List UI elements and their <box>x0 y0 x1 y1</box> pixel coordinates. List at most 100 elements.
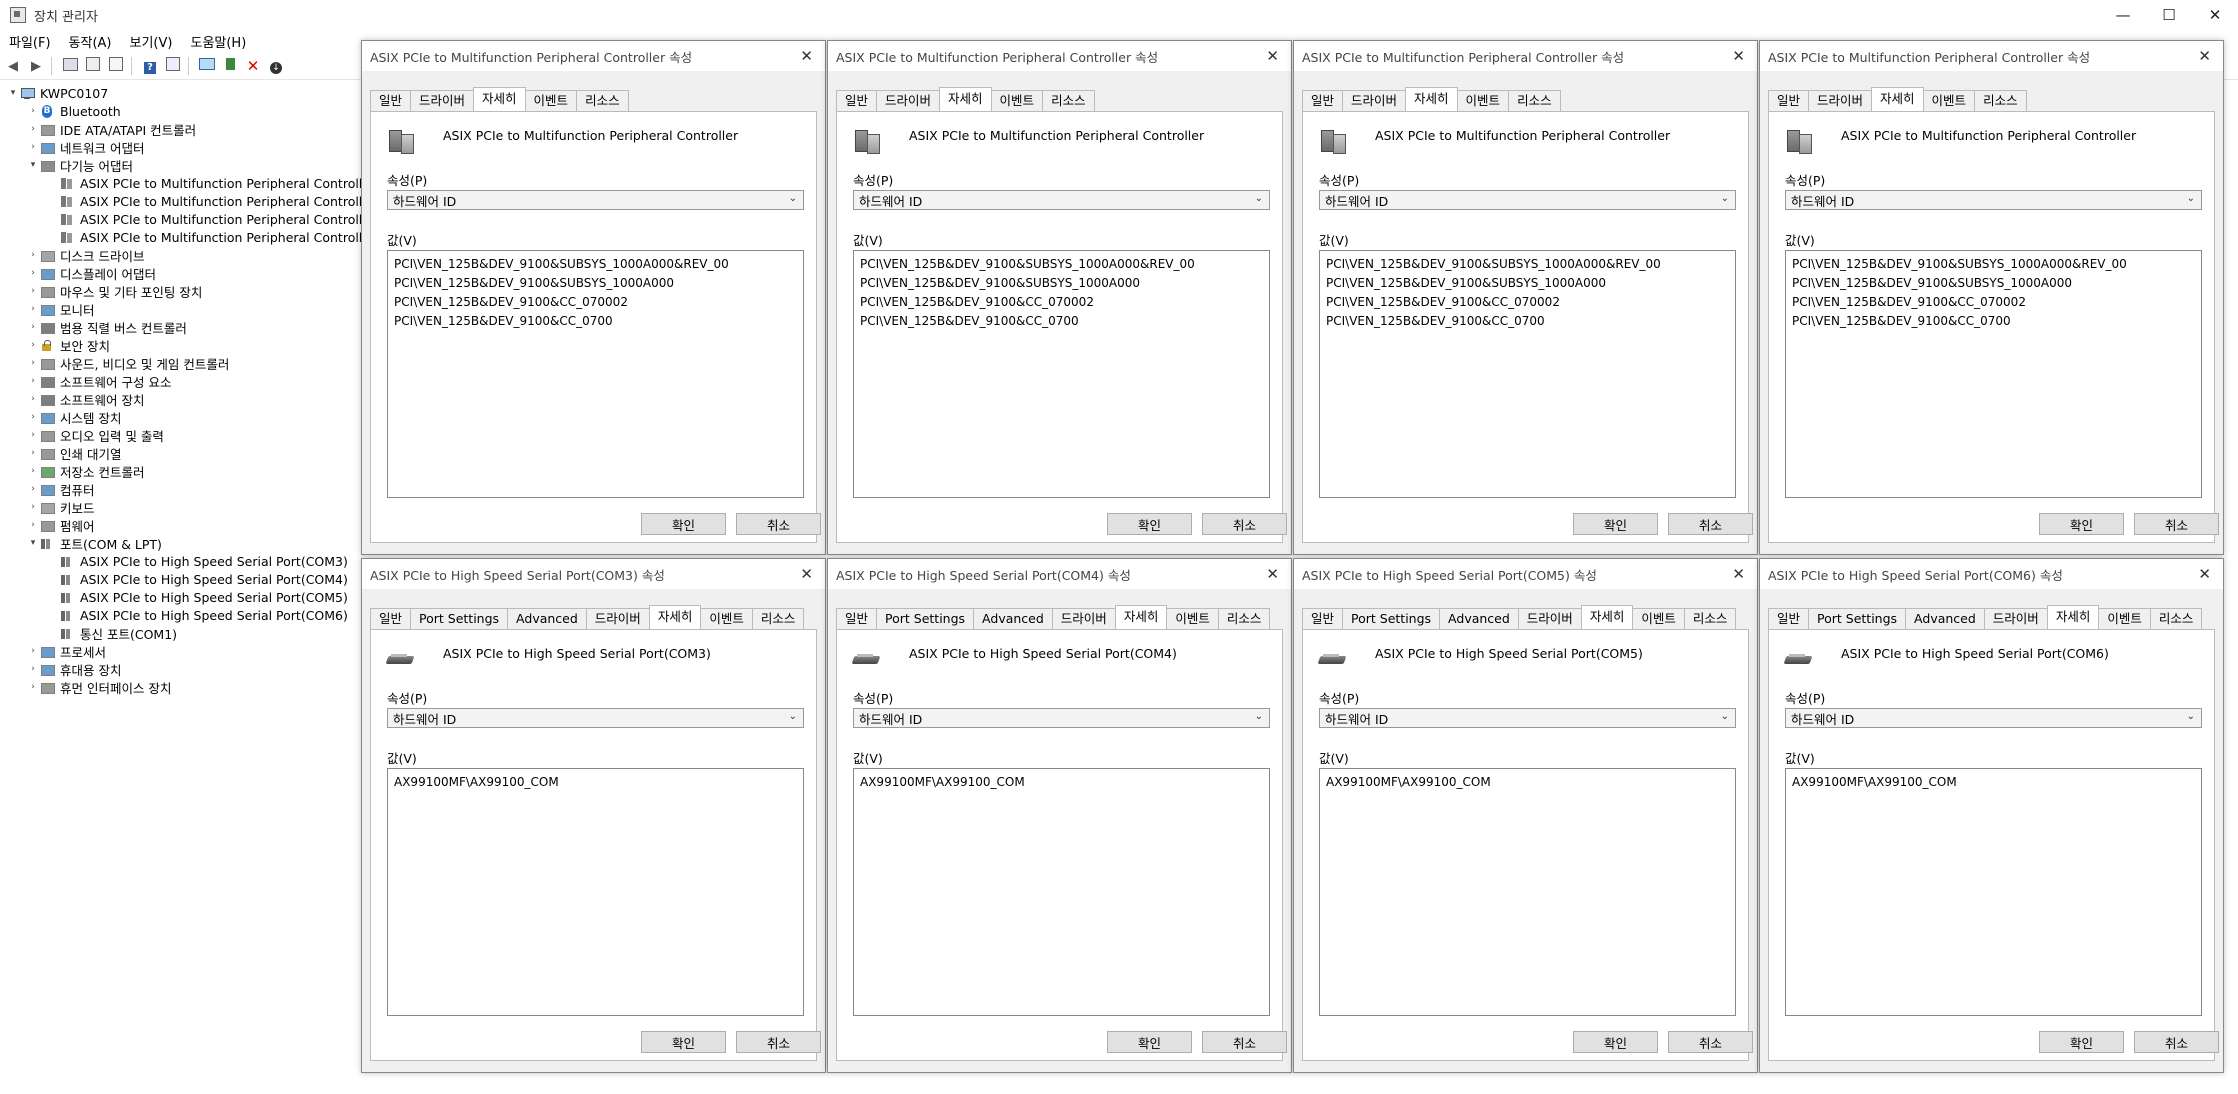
value-item[interactable]: PCI\VEN_125B&DEV_9100&CC_070002 <box>394 293 797 312</box>
tab[interactable]: 이벤트 <box>1922 90 1976 111</box>
property-select[interactable]: 하드웨어 ID ⌄ <box>1319 708 1736 728</box>
value-item[interactable]: PCI\VEN_125B&DEV_9100&SUBSYS_1000A000 <box>860 274 1263 293</box>
uninstall-button[interactable]: ✕ <box>243 56 263 76</box>
menu-item-0[interactable]: 파일(F) <box>0 32 60 51</box>
tree-item[interactable]: 통신 포트(COM1) <box>46 624 177 642</box>
menu-item-2[interactable]: 보기(V) <box>121 32 182 51</box>
value-list[interactable]: PCI\VEN_125B&DEV_9100&SUBSYS_1000A000&RE… <box>387 250 804 498</box>
tab[interactable]: 드라이버 <box>1517 608 1582 629</box>
ok-button[interactable]: 확인 <box>1573 1031 1658 1053</box>
tab[interactable]: 자세히 <box>1871 87 1924 111</box>
value-list[interactable]: AX99100MF\AX99100_COM <box>1319 768 1736 1016</box>
cancel-button[interactable]: 취소 <box>1202 1031 1287 1053</box>
tree-item[interactable]: › 모니터 <box>26 300 94 318</box>
close-icon[interactable]: ✕ <box>1732 565 1745 583</box>
value-list[interactable]: AX99100MF\AX99100_COM <box>1785 768 2202 1016</box>
tab[interactable]: 일반 <box>836 608 878 629</box>
tree-item[interactable]: › 오디오 입력 및 출력 <box>26 426 164 444</box>
tab[interactable]: 드라이버 <box>1983 608 2048 629</box>
expand-arrow-icon[interactable]: › <box>26 106 40 116</box>
expand-arrow-icon[interactable]: › <box>26 322 40 332</box>
value-list[interactable]: AX99100MF\AX99100_COM <box>387 768 804 1016</box>
close-icon[interactable]: ✕ <box>1266 565 1279 583</box>
property-select[interactable]: 하드웨어 ID ⌄ <box>1319 190 1736 210</box>
menu-item-3[interactable]: 도움말(H) <box>181 32 255 51</box>
value-item[interactable]: PCI\VEN_125B&DEV_9100&SUBSYS_1000A000&RE… <box>1792 255 2195 274</box>
value-item[interactable]: AX99100MF\AX99100_COM <box>860 773 1263 792</box>
tab[interactable]: 자세히 <box>648 605 702 629</box>
tab[interactable]: 이벤트 <box>1166 608 1219 629</box>
value-item[interactable]: PCI\VEN_125B&DEV_9100&CC_0700 <box>860 312 1263 331</box>
expand-arrow-icon[interactable]: › <box>26 358 40 368</box>
expand-arrow-icon[interactable]: › <box>26 286 40 296</box>
tree-item[interactable]: › 인쇄 대기열 <box>26 444 121 462</box>
tab[interactable]: 일반 <box>1302 90 1344 111</box>
refresh-button[interactable] <box>106 56 126 76</box>
tab[interactable]: 리소스 <box>1508 90 1561 111</box>
expand-arrow-icon[interactable]: › <box>26 412 40 422</box>
tree-item[interactable]: › 마우스 및 기타 포인팅 장치 <box>26 282 202 300</box>
tree-item[interactable]: › 펌웨어 <box>26 516 94 534</box>
tree-item[interactable]: › 컴퓨터 <box>26 480 94 498</box>
tab[interactable]: 일반 <box>1302 608 1344 629</box>
ok-button[interactable]: 확인 <box>2039 513 2124 535</box>
tree-item[interactable]: › 소프트웨어 장치 <box>26 390 144 408</box>
tab[interactable]: 드라이버 <box>585 608 650 629</box>
value-item[interactable]: AX99100MF\AX99100_COM <box>1326 773 1729 792</box>
value-item[interactable]: PCI\VEN_125B&DEV_9100&CC_0700 <box>1326 312 1729 331</box>
value-item[interactable]: PCI\VEN_125B&DEV_9100&SUBSYS_1000A000 <box>1326 274 1729 293</box>
close-icon[interactable]: ✕ <box>800 565 813 583</box>
tree-item[interactable]: › 키보드 <box>26 498 94 516</box>
tab[interactable]: 리소스 <box>2149 608 2203 629</box>
tab[interactable]: 이벤트 <box>524 90 578 111</box>
close-icon[interactable]: ✕ <box>800 47 813 65</box>
tab[interactable]: Advanced <box>1905 608 1985 629</box>
tree-item[interactable]: › B Bluetooth <box>26 102 121 120</box>
tab[interactable]: 이벤트 <box>1456 90 1510 111</box>
tab[interactable]: 드라이버 <box>1342 90 1407 111</box>
tree-item[interactable]: › 범용 직렬 버스 컨트롤러 <box>26 318 187 336</box>
tab[interactable]: Port Settings <box>876 608 975 629</box>
ok-button[interactable]: 확인 <box>1107 513 1192 535</box>
tab[interactable]: 리소스 <box>576 90 629 111</box>
tree-item[interactable]: ASIX PCIe to High Speed Serial Port(COM6… <box>46 606 348 624</box>
tab[interactable]: 일반 <box>1768 90 1810 111</box>
expand-arrow-icon[interactable]: › <box>26 682 40 692</box>
expand-arrow-icon[interactable]: › <box>26 268 40 278</box>
expand-arrow-icon[interactable]: › <box>26 502 40 512</box>
cancel-button[interactable]: 취소 <box>736 513 821 535</box>
value-item[interactable]: PCI\VEN_125B&DEV_9100&CC_0700 <box>394 312 797 331</box>
menu-item-1[interactable]: 동작(A) <box>60 32 121 51</box>
tree-item[interactable]: › 휴대용 장치 <box>26 660 121 678</box>
tree-item-root[interactable]: ▾ KWPC0107 <box>6 84 108 102</box>
maximize-button[interactable]: ☐ <box>2146 0 2192 30</box>
value-item[interactable]: PCI\VEN_125B&DEV_9100&CC_0700 <box>1792 312 2195 331</box>
tab[interactable]: Advanced <box>507 608 587 629</box>
collapse-arrow-icon[interactable]: ▾ <box>6 88 20 98</box>
tab[interactable]: 이벤트 <box>2098 608 2151 629</box>
value-list[interactable]: PCI\VEN_125B&DEV_9100&SUBSYS_1000A000&RE… <box>1319 250 1736 498</box>
tree-item[interactable]: ASIX PCIe to Multifunction Peripheral Co… <box>46 210 375 228</box>
expand-arrow-icon[interactable]: › <box>26 484 40 494</box>
cancel-button[interactable]: 취소 <box>1202 513 1287 535</box>
property-select[interactable]: 하드웨어 ID ⌄ <box>1785 708 2202 728</box>
value-item[interactable]: PCI\VEN_125B&DEV_9100&SUBSYS_1000A000&RE… <box>860 255 1263 274</box>
expand-arrow-icon[interactable]: › <box>26 124 40 134</box>
tab[interactable]: 드라이버 <box>1808 90 1873 111</box>
ok-button[interactable]: 확인 <box>641 513 726 535</box>
tree-item[interactable]: ASIX PCIe to High Speed Serial Port(COM5… <box>46 588 348 606</box>
tab[interactable]: 드라이버 <box>1051 608 1116 629</box>
tab[interactable]: 자세히 <box>473 87 526 111</box>
tree-item[interactable]: › 프로세서 <box>26 642 106 660</box>
value-list[interactable]: PCI\VEN_125B&DEV_9100&SUBSYS_1000A000&RE… <box>853 250 1270 498</box>
tree-item[interactable]: ▾ 포트(COM & LPT) <box>26 534 162 552</box>
tab[interactable]: 일반 <box>836 90 878 111</box>
close-icon[interactable]: ✕ <box>1732 47 1745 65</box>
expand-arrow-icon[interactable]: › <box>26 430 40 440</box>
value-item[interactable]: PCI\VEN_125B&DEV_9100&CC_070002 <box>1326 293 1729 312</box>
property-select[interactable]: 하드웨어 ID ⌄ <box>387 190 804 210</box>
collapse-arrow-icon[interactable]: ▾ <box>26 538 40 548</box>
tree-item[interactable]: › 보안 장치 <box>26 336 110 354</box>
forward-button[interactable]: ▶ <box>26 56 46 76</box>
close-icon[interactable]: ✕ <box>2198 47 2211 65</box>
